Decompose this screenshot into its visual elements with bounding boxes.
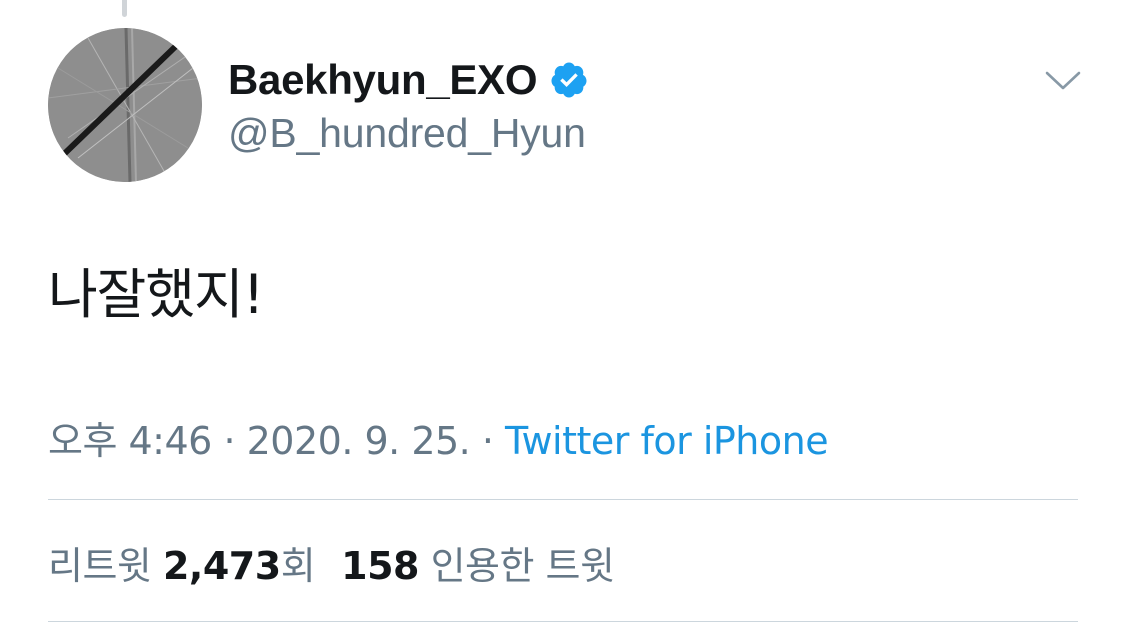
user-handle[interactable]: @B_hundred_Hyun <box>228 110 589 157</box>
thread-connector-line <box>122 0 127 17</box>
quotes-count: 158 <box>341 544 419 588</box>
tweet-date[interactable]: 2020. 9. 25. <box>247 419 471 463</box>
tweet-author[interactable]: Baekhyun_EXO @B_hundred_Hyun <box>228 52 589 157</box>
tweet-stats: 리트윗 2,473회 158 인용한 트윗 <box>48 535 615 590</box>
tweet-source-link[interactable]: Twitter for iPhone <box>505 419 829 463</box>
chevron-down-icon[interactable] <box>1044 70 1082 92</box>
quotes-label: 인용한 트윗 <box>430 544 615 588</box>
avatar-image <box>48 28 202 182</box>
avatar[interactable] <box>48 28 202 182</box>
retweets-suffix: 회 <box>280 544 316 588</box>
divider <box>48 499 1078 500</box>
display-name-row: Baekhyun_EXO <box>228 52 589 108</box>
divider <box>48 621 1078 622</box>
tweet-metadata: 오후 4:46 · 2020. 9. 25. · Twitter for iPh… <box>48 410 829 465</box>
retweets-label: 리트윗 <box>48 544 152 588</box>
meta-separator: · <box>223 419 236 463</box>
retweets-stat[interactable]: 리트윗 2,473회 <box>48 544 316 588</box>
retweets-count: 2,473 <box>162 544 281 588</box>
tweet-text: 나잘했지! <box>48 263 264 326</box>
tweet-time[interactable]: 오후 4:46 <box>48 419 212 463</box>
meta-separator: · <box>481 419 494 463</box>
verified-badge-icon <box>549 60 589 100</box>
quote-tweets-stat[interactable]: 158 인용한 트윗 <box>341 544 615 588</box>
display-name[interactable]: Baekhyun_EXO <box>228 56 537 104</box>
